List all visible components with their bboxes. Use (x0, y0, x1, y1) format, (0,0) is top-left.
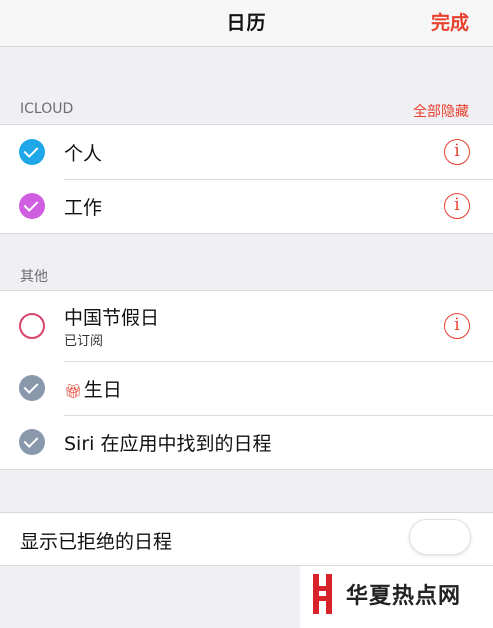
hide-all-button[interactable]: 全部隐藏 (413, 101, 469, 121)
checkmark-icon[interactable] (19, 193, 45, 219)
declined-events-label: 显示已拒绝的日程 (20, 531, 173, 553)
page-title: 日历 (226, 12, 267, 34)
watermark-text: 华夏热点网 (346, 583, 462, 609)
done-button[interactable]: 完成 (431, 8, 469, 35)
declined-events-toggle[interactable] (409, 519, 471, 555)
checkmark-icon[interactable] (19, 139, 45, 165)
checkmark-icon[interactable] (19, 375, 45, 401)
calendar-row-personal[interactable]: 个人 i (0, 125, 493, 179)
other-calendar-list: 中国节假日 已订阅 i 🎁︎ 生日 Siri 在应用中找到的日程 (0, 290, 493, 470)
calendar-row-birthdays[interactable]: 🎁︎ 生日 (0, 362, 493, 415)
watermark: 华夏热点网 (300, 566, 493, 628)
calendar-name: 工作 (64, 197, 103, 219)
calendar-name: 个人 (64, 143, 103, 165)
info-icon[interactable]: i (444, 313, 470, 339)
info-icon[interactable]: i (444, 139, 470, 165)
gift-icon: 🎁︎ (64, 384, 82, 400)
calendar-name: Siri 在应用中找到的日程 (64, 433, 272, 455)
info-icon[interactable]: i (444, 193, 470, 219)
calendar-name: 生日 (83, 379, 122, 401)
watermark-logo-icon (313, 574, 332, 614)
checkmark-icon[interactable] (19, 429, 45, 455)
icloud-section-header: ICLOUD (20, 101, 74, 117)
calendar-row-siri-found[interactable]: Siri 在应用中找到的日程 (0, 416, 493, 469)
other-section-header: 其他 (20, 269, 48, 285)
calendar-name-wrap: 🎁︎ 生日 (64, 375, 122, 402)
calendar-row-holidays[interactable]: 中国节假日 已订阅 i (0, 291, 493, 361)
icloud-calendar-list: 个人 i 工作 i (0, 124, 493, 234)
calendar-name: 中国节假日 (64, 307, 160, 329)
unchecked-circle-icon[interactable] (19, 313, 45, 339)
subscribed-status: 已订阅 (64, 334, 104, 349)
nav-bar: 日历 完成 (0, 0, 493, 47)
calendar-row-work[interactable]: 工作 i (0, 180, 493, 233)
